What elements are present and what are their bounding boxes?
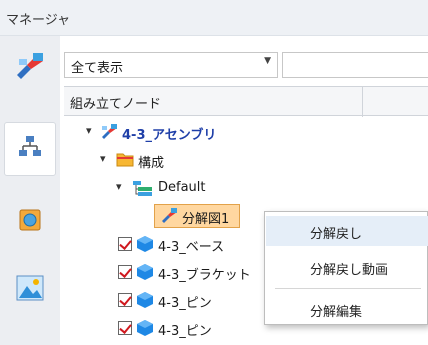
part-icon bbox=[136, 235, 154, 257]
chevron-down-icon[interactable]: ▾ bbox=[86, 124, 92, 137]
visibility-checkbox[interactable] bbox=[118, 293, 132, 307]
assembly-icon bbox=[100, 123, 118, 145]
tree-column-header[interactable]: 組み立てノード bbox=[64, 86, 428, 117]
visibility-checkbox[interactable] bbox=[118, 265, 132, 279]
menu-item-edit-explode[interactable]: 分解編集 bbox=[266, 294, 428, 324]
manager-filter-icon bbox=[13, 51, 47, 85]
tab-scene[interactable] bbox=[4, 268, 56, 312]
tree-node-config-folder[interactable]: ▾ 構成 bbox=[64, 146, 428, 174]
column-divider bbox=[362, 87, 363, 117]
visibility-checkbox[interactable] bbox=[118, 321, 132, 335]
config-folder-label: 構成 bbox=[138, 156, 165, 171]
explode-view-icon bbox=[160, 207, 178, 229]
config-default-label: Default bbox=[158, 180, 206, 195]
menu-item-unexplode[interactable]: 分解戻し bbox=[266, 216, 428, 246]
filter-row: 全て表示 ▼ bbox=[60, 48, 428, 82]
chevron-down-icon[interactable]: ▾ bbox=[100, 152, 106, 165]
tab-part[interactable] bbox=[4, 202, 56, 242]
menu-separator bbox=[275, 288, 421, 289]
assembly-label: 4-3_アセンブリ bbox=[122, 128, 217, 143]
chevron-down-icon[interactable]: ▾ bbox=[116, 180, 122, 193]
menu-item-unexplode-animation[interactable]: 分解戻し動画 bbox=[266, 252, 428, 282]
scene-tab-icon bbox=[15, 274, 45, 306]
part-label: 4-3_ブラケット bbox=[158, 268, 251, 283]
assembly-tree-tab-icon bbox=[17, 134, 43, 164]
explode-view-label: 分解図1 bbox=[182, 212, 230, 227]
folder-icon bbox=[116, 151, 134, 171]
tab-assembly-tree[interactable] bbox=[4, 122, 56, 176]
part-icon bbox=[136, 291, 154, 313]
part-tab-icon bbox=[17, 207, 43, 237]
display-filter-value: 全て表示 bbox=[71, 61, 124, 76]
part-icon bbox=[136, 319, 154, 341]
menu-item-label: 分解戻し bbox=[310, 227, 363, 242]
left-tab-strip bbox=[0, 36, 60, 345]
manager-titlebar: マネージャ bbox=[0, 0, 428, 36]
chevron-down-icon: ▼ bbox=[264, 56, 271, 66]
part-label: 4-3_ピン bbox=[158, 324, 212, 339]
tree-node-assembly[interactable]: ▾ 4-3_アセンブリ bbox=[64, 118, 428, 146]
configuration-icon bbox=[132, 179, 154, 201]
column-header-label: 組み立てノード bbox=[70, 97, 162, 112]
panel-title: マネージャ bbox=[6, 13, 71, 28]
menu-item-label: 分解編集 bbox=[310, 305, 363, 320]
part-label: 4-3_ベース bbox=[158, 240, 225, 255]
context-menu: 分解戻し 分解戻し動画 分解編集 bbox=[264, 211, 428, 325]
filter-search-field[interactable] bbox=[282, 52, 428, 78]
visibility-checkbox[interactable] bbox=[118, 237, 132, 251]
manager-panel: マネージャ 全て表示 ▼ 組み立てノード ▾ 4-3_アセンブリ ▾ 構成 ▾ … bbox=[0, 0, 428, 345]
menu-item-label: 分解戻し動画 bbox=[310, 263, 389, 278]
part-label: 4-3_ピン bbox=[158, 296, 212, 311]
tree-node-config-default[interactable]: ▾ Default bbox=[64, 174, 428, 202]
filter-tool-button[interactable] bbox=[4, 48, 56, 88]
display-filter-select[interactable]: 全て表示 ▼ bbox=[64, 52, 278, 78]
part-icon bbox=[136, 263, 154, 285]
